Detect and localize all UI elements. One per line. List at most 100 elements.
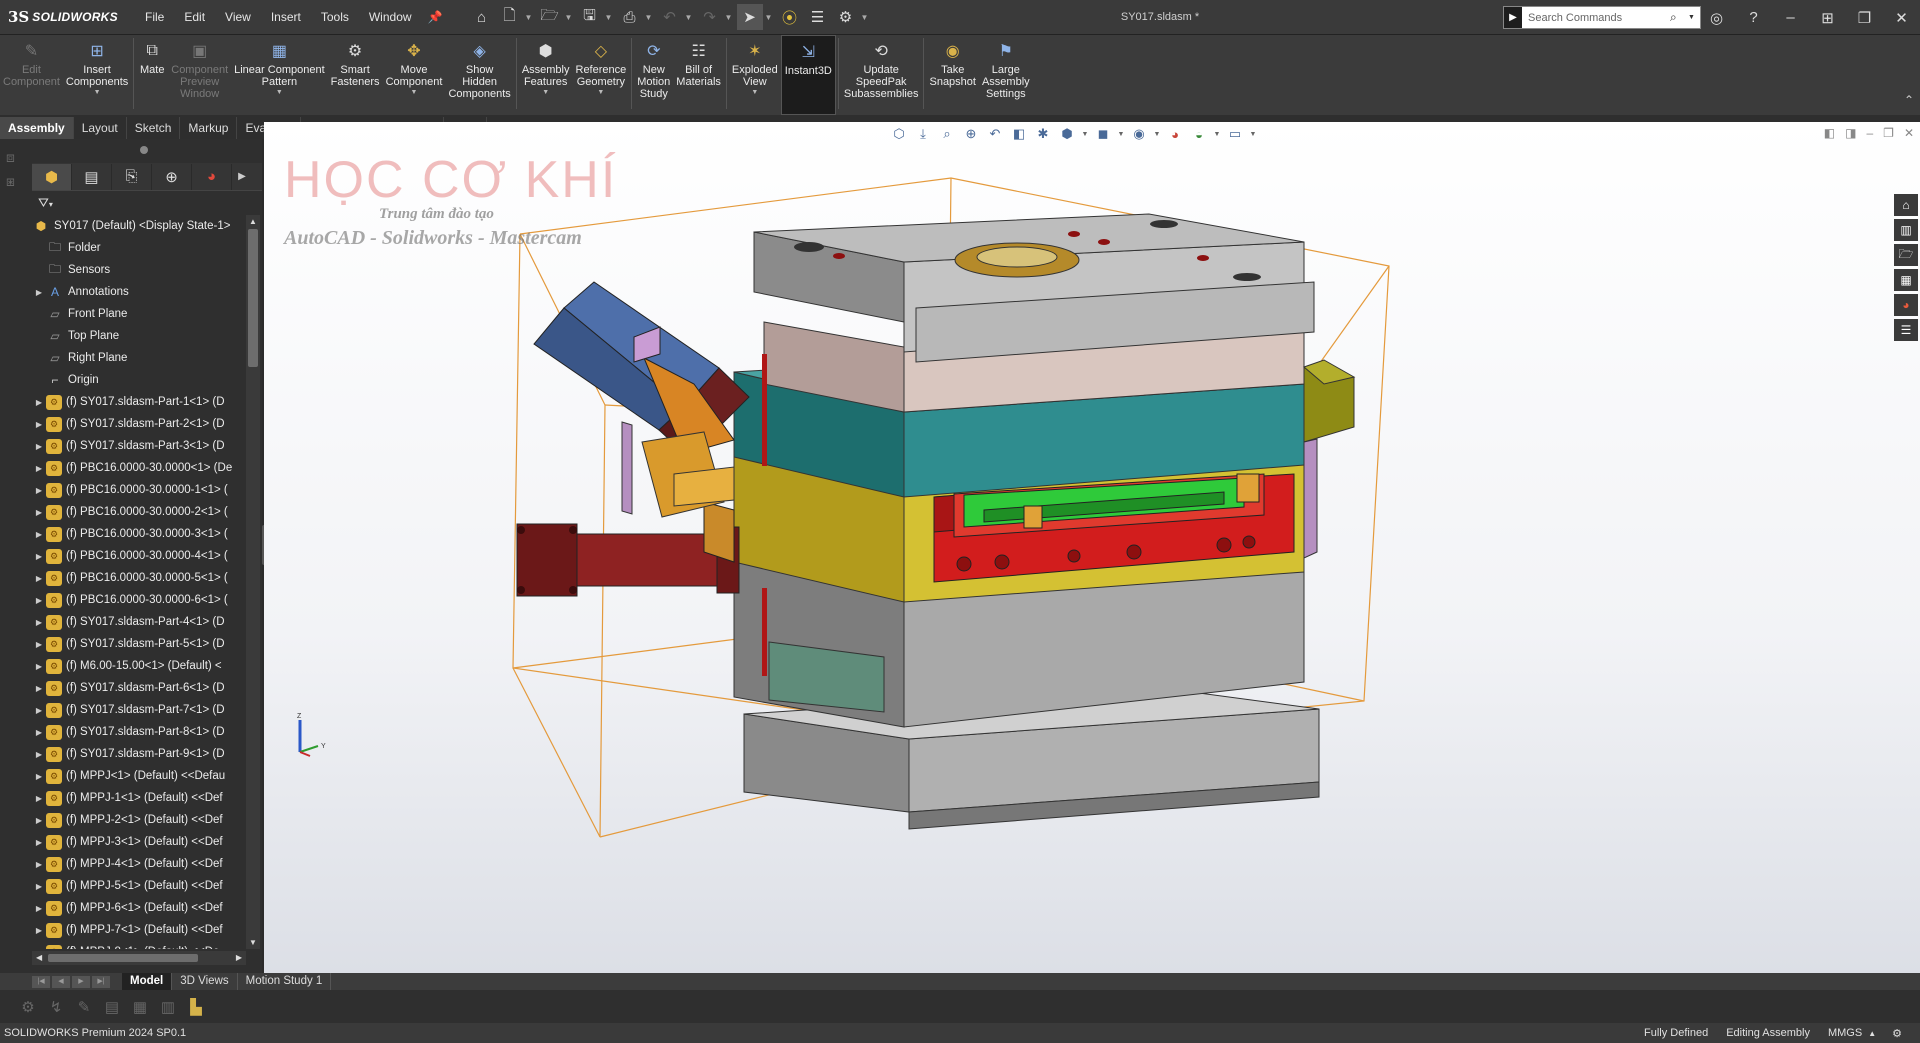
linear-pattern-button[interactable]: ▦ Linear Component Pattern ▼: [231, 35, 328, 115]
collapse-command-manager-icon[interactable]: ⌃: [1904, 93, 1914, 107]
new-document-icon[interactable]: 🗋: [497, 4, 523, 30]
select-dropdown-icon[interactable]: ▼: [765, 13, 775, 22]
home-icon[interactable]: ⌂: [469, 4, 495, 30]
tree-vertical-scrollbar[interactable]: ▲ ▼: [246, 215, 260, 949]
prev-tab-icon[interactable]: ◀: [52, 975, 70, 988]
tree-component-item[interactable]: ▶ ⚙ (f) SY017.sldasm-Part-1<1> (D: [32, 391, 246, 413]
tree-component-item[interactable]: ▶ ⚙ (f) MPPJ<1> (Default) <<Defau: [32, 765, 246, 787]
hud-caret-5[interactable]: ▼: [1249, 131, 1257, 138]
tree-component-item[interactable]: ▶ ⚙ (f) MPPJ-7<1> (Default) <<Def: [32, 919, 246, 941]
viewport-split-left-icon[interactable]: ◧: [1824, 126, 1835, 140]
expand-arrow-icon[interactable]: ▶: [32, 926, 46, 935]
tree-component-item[interactable]: ▶ ⚙ (f) MPPJ-4<1> (Default) <<Def: [32, 853, 246, 875]
tree-item-front-plane[interactable]: ▱ Front Plane: [32, 303, 246, 325]
scroll-up-icon[interactable]: ▲: [246, 217, 260, 226]
save-dropdown-icon[interactable]: ▼: [605, 13, 615, 22]
add-motion-icon[interactable]: ⚙: [18, 998, 38, 1016]
expand-arrow-icon[interactable]: ▶: [32, 706, 46, 715]
snapshot-button[interactable]: ◉ Take Snapshot: [926, 35, 978, 115]
hud-caret-4[interactable]: ▼: [1213, 131, 1221, 138]
view-cube-icon[interactable]: ⬡: [889, 126, 909, 142]
minimize-icon[interactable]: –: [1772, 9, 1809, 26]
expand-arrow-icon[interactable]: ▶: [32, 596, 46, 605]
filter-icon[interactable]: ⛛▾: [38, 195, 53, 211]
search-command-mode-icon[interactable]: ▶: [1504, 7, 1522, 28]
command-dropdown-icon[interactable]: ▼: [276, 89, 283, 96]
tree-component-item[interactable]: ▶ ⚙ (f) SY017.sldasm-Part-3<1> (D: [32, 435, 246, 457]
property-manager-tab-icon[interactable]: ▤: [72, 163, 112, 190]
close-icon[interactable]: ✕: [1883, 9, 1920, 27]
tree-item-top-plane[interactable]: ▱ Top Plane: [32, 325, 246, 347]
tree-component-item[interactable]: ▶ ⚙ (f) MPPJ-1<1> (Default) <<Def: [32, 787, 246, 809]
tree-component-item[interactable]: ▶⚙ (f) MPPJ-8<1> (Default) <<De: [32, 941, 246, 949]
print-dropdown-icon[interactable]: ▼: [645, 13, 655, 22]
tree-component-item[interactable]: ▶ ⚙ (f) PBC16.0000-30.0000<1> (De: [32, 457, 246, 479]
hud-caret-3[interactable]: ▼: [1153, 131, 1161, 138]
view-orientation-dropdown-icon[interactable]: ⬢: [1057, 126, 1077, 142]
tree-root-assembly[interactable]: ⬢ SY017 (Default) <Display State-1>: [32, 215, 246, 237]
open-folder-icon[interactable]: 🗁: [537, 4, 563, 30]
tree-component-item[interactable]: ▶ ⚙ (f) SY017.sldasm-Part-5<1> (D: [32, 633, 246, 655]
side-block-olive[interactable]: [1303, 359, 1356, 443]
expand-arrow-icon[interactable]: ▶: [32, 442, 46, 451]
section-view-icon[interactable]: ◧: [1009, 126, 1029, 142]
expand-arrow-icon[interactable]: ▶: [32, 772, 46, 781]
solidworks-resources-icon[interactable]: ⌂: [1894, 194, 1918, 216]
appearances-icon[interactable]: ◕: [1894, 294, 1918, 316]
pin-menu-icon[interactable]: 📌: [422, 0, 449, 35]
design-library-icon[interactable]: ▥: [1894, 219, 1918, 241]
menu-file[interactable]: File: [135, 0, 174, 35]
search-icon[interactable]: ⌕: [1670, 10, 1688, 25]
hscroll-thumb[interactable]: [48, 954, 198, 962]
expand-arrow-icon[interactable]: ▶: [32, 882, 46, 891]
tree-component-item[interactable]: ▶ ⚙ (f) SY017.sldasm-Part-4<1> (D: [32, 611, 246, 633]
options-dropdown-icon[interactable]: ▼: [861, 13, 871, 22]
slide-blocks-orange[interactable]: [641, 431, 735, 518]
expand-arrow-icon[interactable]: ▶: [32, 398, 46, 407]
hide-show-items-icon[interactable]: ◉: [1129, 126, 1149, 142]
component-preview-button[interactable]: ▣ Component Preview Window: [168, 35, 231, 115]
scroll-right-icon[interactable]: ▶: [236, 951, 242, 965]
expand-arrow-icon[interactable]: ▶: [32, 794, 46, 803]
tree-component-item[interactable]: ▶ ⚙ (f) PBC16.0000-30.0000-3<1> (: [32, 523, 246, 545]
graphics-area[interactable]: HỌC CƠ KHÍ Trung tâm đào tạo AutoCAD - S…: [264, 122, 1920, 973]
expand-arrow-icon[interactable]: ▶: [32, 530, 46, 539]
tree-component-item[interactable]: ▶ ⚙ (f) MPPJ-2<1> (Default) <<Def: [32, 809, 246, 831]
file-explorer-icon[interactable]: 🗁: [1894, 244, 1918, 266]
reference-geometry-button[interactable]: ◇ Reference Geometry ▼: [573, 35, 630, 115]
scroll-down-icon[interactable]: ▼: [246, 938, 260, 947]
tree-item-sensors[interactable]: 🗀 Sensors: [32, 259, 246, 281]
first-tab-icon[interactable]: |◀: [32, 975, 50, 988]
tree-item-annotations[interactable]: ▶ A Annotations: [32, 281, 246, 303]
view-palette-icon[interactable]: ▦: [1894, 269, 1918, 291]
custom-properties-icon[interactable]: ☰: [1894, 319, 1918, 341]
hud-caret-1[interactable]: ▼: [1081, 131, 1089, 138]
select-pointer-icon[interactable]: ➤: [736, 4, 763, 30]
large-assembly-button[interactable]: ⚑ Large Assembly Settings: [979, 35, 1033, 115]
angled-cylinder-blue[interactable]: [533, 281, 750, 463]
tree-component-item[interactable]: ▶ ⚙ (f) SY017.sldasm-Part-6<1> (D: [32, 677, 246, 699]
menu-view[interactable]: View: [215, 0, 261, 35]
assembly-features-button[interactable]: ⬢ Assembly Features ▼: [519, 35, 573, 115]
help-icon[interactable]: ?: [1735, 9, 1772, 26]
tab-sketch[interactable]: Sketch: [127, 117, 181, 139]
more-tabs-chevron-icon[interactable]: ▶: [232, 171, 252, 182]
expand-arrow-icon[interactable]: ▶: [32, 662, 46, 671]
next-tab-icon[interactable]: ▶: [72, 975, 90, 988]
edit-component-button[interactable]: ✎ Edit Component: [0, 35, 63, 115]
expand-arrow-icon[interactable]: ▶: [32, 420, 46, 429]
redo-dropdown-icon[interactable]: ▼: [725, 13, 735, 22]
customize-status-icon[interactable]: ⚙: [1892, 1027, 1902, 1040]
traffic-light-icon[interactable]: ⦿: [777, 4, 803, 30]
viewport-split-right-icon[interactable]: ◨: [1845, 126, 1856, 140]
tree-component-item[interactable]: ▶ ⚙ (f) PBC16.0000-30.0000-4<1> (: [32, 545, 246, 567]
units-dropdown-icon[interactable]: ▲: [1868, 1029, 1876, 1038]
menu-edit[interactable]: Edit: [174, 0, 215, 35]
rotary-motor-icon[interactable]: ↯: [46, 998, 66, 1016]
zoom-to-fit-icon[interactable]: ⌕: [937, 126, 957, 142]
motion-study-button[interactable]: ⟳ New Motion Study: [634, 35, 673, 115]
configuration-manager-tab-icon[interactable]: ⎘: [112, 163, 152, 190]
tree-component-item[interactable]: ▶ ⚙ (f) MPPJ-3<1> (Default) <<Def: [32, 831, 246, 853]
tree-component-item[interactable]: ▶ ⚙ (f) SY017.sldasm-Part-9<1> (D: [32, 743, 246, 765]
expand-arrow-icon[interactable]: ▶: [32, 904, 46, 913]
